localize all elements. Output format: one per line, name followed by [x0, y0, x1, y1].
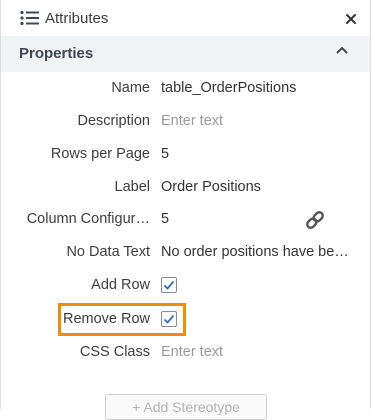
panel-title: Attributes	[45, 10, 109, 27]
label-field[interactable]: Order Positions	[161, 179, 261, 195]
property-row-add-row: Add Row	[1, 270, 370, 302]
section-title: Properties	[19, 45, 94, 62]
label-label: Label	[114, 179, 150, 195]
css-class-label: CSS Class	[79, 344, 150, 360]
property-row-remove-row: Remove Row	[1, 304, 370, 336]
description-field[interactable]: Enter text	[161, 113, 223, 129]
rows-per-page-field[interactable]: 5	[161, 146, 169, 162]
properties-section-header[interactable]: Properties	[1, 36, 370, 72]
close-icon[interactable]	[345, 12, 357, 24]
property-row-no-data-text: No Data Text No order positions have be…	[1, 237, 370, 269]
add-stereotype-button[interactable]: + Add Stereotype	[105, 394, 267, 420]
property-row-rows-per-page: Rows per Page 5	[1, 139, 370, 171]
attributes-panel: Attributes Properties Name table_OrderPo…	[0, 0, 371, 420]
panel-header: Attributes	[1, 0, 370, 36]
list-icon	[20, 10, 40, 26]
property-row-column-configuration: Column Configur… 5	[1, 204, 370, 236]
css-class-field[interactable]: Enter text	[161, 344, 223, 360]
rows-per-page-label: Rows per Page	[50, 146, 150, 162]
property-row-css-class: CSS Class Enter text	[1, 337, 370, 369]
add-row-label: Add Row	[91, 277, 150, 293]
remove-row-checkbox[interactable]	[161, 311, 177, 327]
property-row-label: Label Order Positions	[1, 172, 370, 204]
name-field[interactable]: table_OrderPositions	[161, 80, 296, 96]
no-data-text-label: No Data Text	[66, 244, 150, 260]
column-configuration-label: Column Configur…	[26, 211, 150, 227]
chevron-up-icon[interactable]	[335, 44, 349, 58]
description-label: Description	[77, 113, 150, 129]
remove-row-label: Remove Row	[62, 311, 150, 327]
property-row-name: Name table_OrderPositions	[1, 73, 370, 105]
no-data-text-field[interactable]: No order positions have be…	[161, 244, 349, 260]
column-configuration-field[interactable]: 5	[161, 211, 169, 227]
property-row-description: Description Enter text	[1, 106, 370, 138]
name-label: Name	[111, 80, 150, 96]
add-row-checkbox[interactable]	[161, 277, 177, 293]
link-icon[interactable]	[304, 209, 326, 231]
